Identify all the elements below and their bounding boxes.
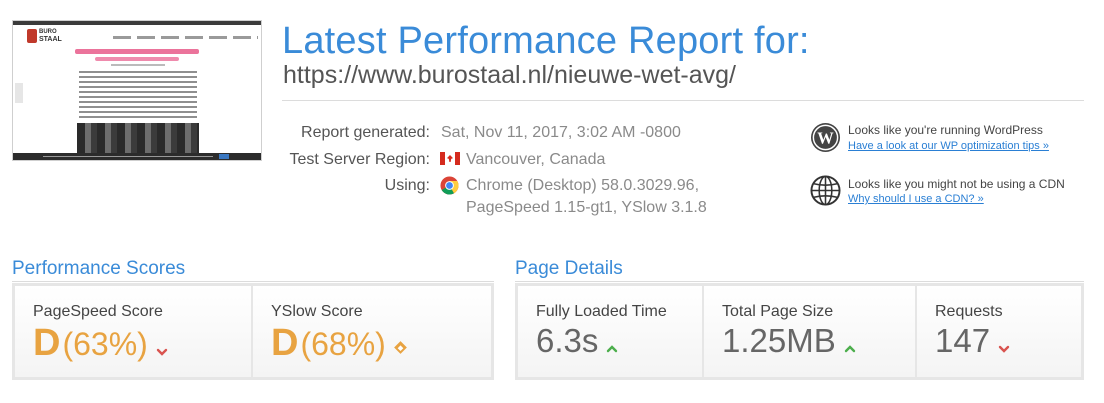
page-details-title: Page Details [515,258,623,279]
wordpress-hint-text: Looks like you're running WordPress [848,123,1043,137]
trend-down-icon [156,344,168,356]
thumbnail-body-text [79,71,197,119]
thumbnail-slider-arrow [15,83,23,103]
performance-scores-title: Performance Scores [12,258,186,279]
yslow-score-card[interactable]: YSlow Score D (68%) [253,286,491,377]
trend-up-icon [844,341,856,353]
trend-neutral-icon [393,341,407,354]
thumbnail-logo-line2: STAAL [39,36,62,43]
wordpress-icon: W [810,122,841,153]
thumbnail-nav [113,36,258,39]
thumbnail-headline-2 [95,57,179,61]
yslow-percent: (68%) [300,326,386,362]
pagespeed-percent: (63%) [62,326,148,362]
total-page-size-label: Total Page Size [722,303,834,320]
yslow-score-label: YSlow Score [271,303,363,320]
wordpress-tips-link[interactable]: Have a look at our WP optimization tips … [848,140,1049,152]
thumbnail-cookie-bar [13,153,261,160]
pagespeed-score-label: PageSpeed Score [33,303,163,320]
thumbnail-headline [75,49,199,54]
total-page-size-value: 1.25MB [722,322,836,359]
cdn-hint-text: Looks like you might not be using a CDN [848,177,1065,191]
using-browser-value: Chrome (Desktop) 58.0.3029.96, [466,177,700,194]
thumbnail-date [111,64,165,66]
header-divider [282,100,1084,101]
fully-loaded-time-card[interactable]: Fully Loaded Time 6.3s [518,286,702,377]
trend-down-icon [998,341,1010,353]
page-details-divider [515,281,1084,282]
using-label: Using: [384,177,430,194]
yslow-grade: D [271,322,299,364]
thumbnail-logo: BURO STAAL [27,27,67,47]
page-screenshot-thumbnail[interactable]: BURO STAAL [12,20,262,161]
thumbnail-logo-line1: BURO [39,29,57,35]
using-tools-value: PageSpeed 1.15-gt1, YSlow 3.1.8 [466,199,707,216]
test-region-label: Test Server Region: [289,151,430,168]
trend-up-icon [606,341,618,353]
report-generated-value: Sat, Nov 11, 2017, 3:02 AM -0800 [441,124,681,141]
performance-scores-panel: PageSpeed Score D (63%) YSlow Score D (6… [12,283,494,380]
report-heading: Latest Performance Report for: [282,20,810,62]
chrome-icon [440,176,459,195]
canada-flag-icon [440,152,460,165]
fully-loaded-time-value: 6.3s [536,322,599,359]
fully-loaded-time-label: Fully Loaded Time [536,303,667,320]
thumbnail-topbar [13,21,261,25]
thumbnail-photo [77,123,199,153]
total-page-size-card[interactable]: Total Page Size 1.25MB [704,286,915,377]
pagespeed-grade: D [33,322,61,364]
globe-icon [810,175,841,206]
requests-label: Requests [935,303,1003,320]
requests-card[interactable]: Requests 147 [917,286,1081,377]
report-url: https://www.burostaal.nl/nieuwe-wet-avg/ [283,61,736,89]
cdn-why-link[interactable]: Why should I use a CDN? » [848,193,984,205]
report-generated-label: Report generated: [301,124,430,141]
performance-scores-divider [12,281,494,282]
requests-value: 147 [935,322,991,359]
test-region-value: Vancouver, Canada [466,151,606,168]
svg-text:W: W [817,128,834,147]
page-details-panel: Fully Loaded Time 6.3s Total Page Size 1… [515,283,1084,380]
pagespeed-score-card[interactable]: PageSpeed Score D (63%) [15,286,251,377]
